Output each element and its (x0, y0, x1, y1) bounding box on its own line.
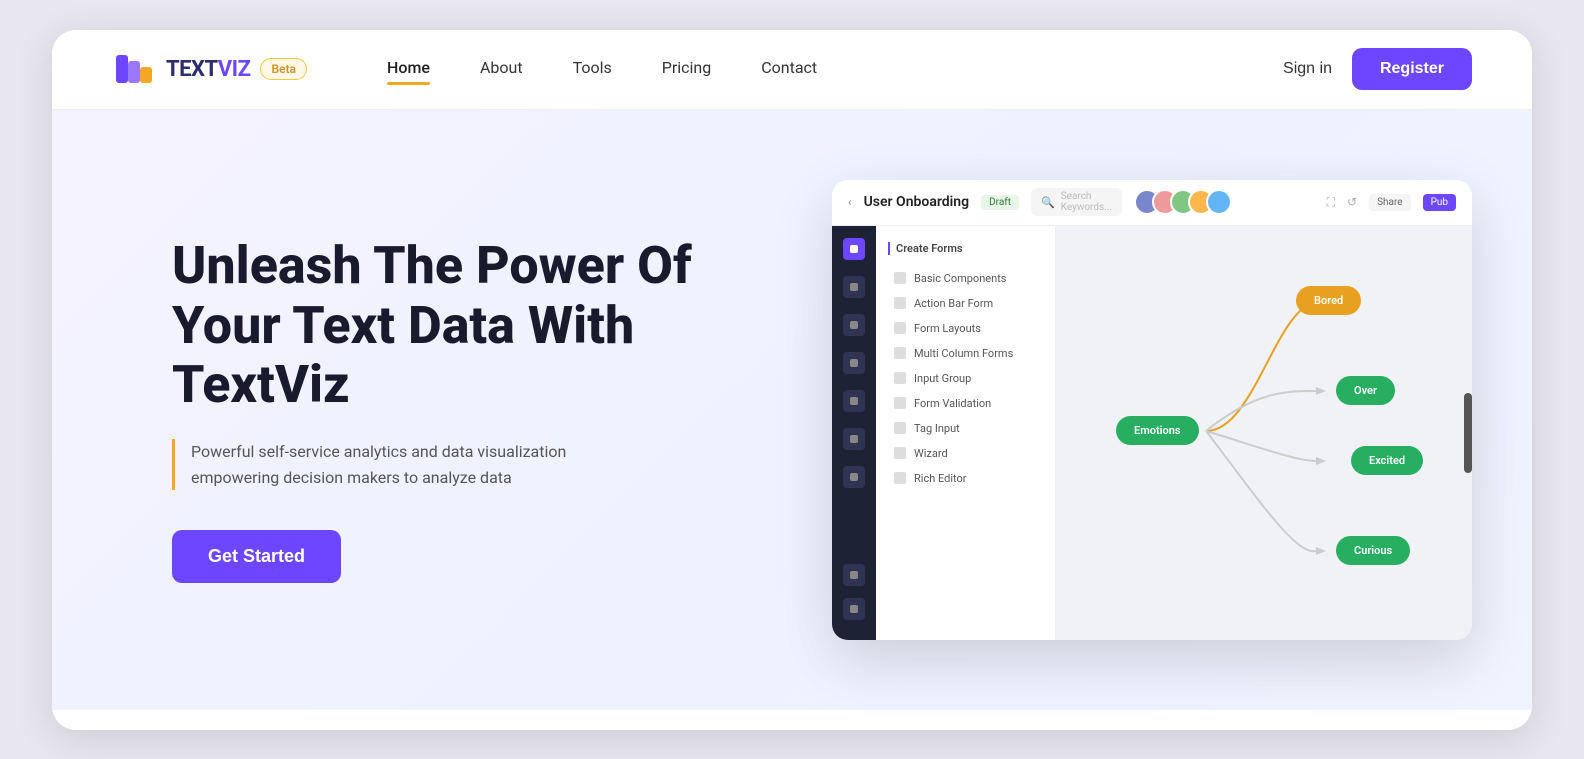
panel-section-title: Create Forms (888, 242, 1043, 255)
panel-item-icon-2 (894, 322, 906, 334)
panel-item-icon-4 (894, 372, 906, 384)
sidebar-icon-2[interactable] (843, 276, 865, 298)
panel-item-0[interactable]: Basic Components (888, 267, 1043, 290)
panel-item-icon-6 (894, 422, 906, 434)
panel-item-3[interactable]: Multi Column Forms (888, 342, 1043, 365)
avatar-5 (1206, 189, 1232, 215)
share-button[interactable]: Share (1369, 194, 1410, 211)
panel-item-icon-5 (894, 397, 906, 409)
panel-item-icon-8 (894, 472, 906, 484)
mockup-avatars (1134, 189, 1232, 215)
mockup-canvas: Bored Emotions Over Excited Curious (1056, 226, 1472, 640)
sidebar-icon-5[interactable] (843, 390, 865, 412)
sidebar-icon-7[interactable] (843, 466, 865, 488)
nav-links: Home About Tools Pricing Contact (387, 58, 1283, 81)
node-bored: Bored (1296, 286, 1361, 315)
panel-item-4[interactable]: Input Group (888, 367, 1043, 390)
mockup-body: Create Forms Basic Components Action Bar… (832, 226, 1472, 640)
beta-badge: Beta (260, 58, 307, 80)
mockup-back-icon: ‹ (848, 195, 852, 209)
mockup-topbar: ‹ User Onboarding Draft 🔍 Search Keyword… (832, 180, 1472, 226)
sidebar-icon-settings[interactable] (843, 598, 865, 620)
panel-item-1[interactable]: Action Bar Form (888, 292, 1043, 315)
logo-icon (112, 47, 156, 91)
expand-icon: ⛶ (1327, 195, 1335, 210)
sidebar-bottom (843, 564, 865, 628)
nav-link-home[interactable]: Home (387, 58, 430, 81)
hero-image: ‹ User Onboarding Draft 🔍 Search Keyword… (732, 180, 1472, 640)
mockup-panel: Create Forms Basic Components Action Bar… (876, 226, 1056, 640)
nav-link-tools[interactable]: Tools (573, 58, 612, 81)
panel-item-7[interactable]: Wizard (888, 442, 1043, 465)
nav-link-contact[interactable]: Contact (761, 58, 817, 81)
panel-item-8[interactable]: Rich Editor (888, 467, 1043, 490)
panel-item-icon-0 (894, 272, 906, 284)
nav-link-pricing[interactable]: Pricing (662, 58, 712, 81)
hero-section: Unleash The Power Of Your Text Data With… (52, 110, 1532, 710)
publish-button[interactable]: Pub (1423, 194, 1456, 211)
get-started-button[interactable]: Get Started (172, 530, 341, 583)
mockup-title: User Onboarding (864, 194, 969, 210)
panel-item-6[interactable]: Tag Input (888, 417, 1043, 440)
sidebar-icon-4[interactable] (843, 352, 865, 374)
sidebar-icon-help[interactable] (843, 564, 865, 586)
mockup-scrollbar[interactable] (1464, 393, 1472, 473)
panel-item-2[interactable]: Form Layouts (888, 317, 1043, 340)
page-container: TEXTVIZ Beta Home About Tools Pricing Co… (52, 30, 1532, 730)
mockup-search[interactable]: 🔍 Search Keywords... (1031, 188, 1122, 216)
logo-area: TEXTVIZ Beta (112, 47, 307, 91)
panel-item-icon-7 (894, 447, 906, 459)
node-excited: Excited (1351, 446, 1423, 475)
sidebar-icon-main[interactable] (843, 238, 865, 260)
panel-item-5[interactable]: Form Validation (888, 392, 1043, 415)
panel-item-icon-3 (894, 347, 906, 359)
sidebar-icon-3[interactable] (843, 314, 865, 336)
panel-item-icon-1 (894, 297, 906, 309)
mockup-sidebar (832, 226, 876, 640)
nav-link-about[interactable]: About (480, 58, 523, 81)
search-icon: 🔍 (1041, 196, 1055, 209)
logo-text: TEXTVIZ (166, 57, 250, 82)
hero-title: Unleash The Power Of Your Text Data With… (172, 236, 732, 415)
mockup-search-placeholder: Search Keywords... (1061, 191, 1112, 213)
node-emotions: Emotions (1116, 416, 1199, 445)
navbar: TEXTVIZ Beta Home About Tools Pricing Co… (52, 30, 1532, 110)
sidebar-icon-6[interactable] (843, 428, 865, 450)
mockup-container: ‹ User Onboarding Draft 🔍 Search Keyword… (832, 180, 1472, 640)
nav-actions: Sign in Register (1283, 48, 1472, 90)
node-curious: Curious (1336, 536, 1410, 565)
refresh-icon: ↺ (1347, 195, 1357, 209)
mockup-draft-badge: Draft (981, 195, 1019, 210)
node-over: Over (1336, 376, 1395, 405)
register-button[interactable]: Register (1352, 48, 1472, 90)
hero-content: Unleash The Power Of Your Text Data With… (172, 236, 732, 584)
hero-subtitle: Powerful self-service analytics and data… (172, 439, 592, 490)
sign-in-button[interactable]: Sign in (1283, 60, 1332, 78)
